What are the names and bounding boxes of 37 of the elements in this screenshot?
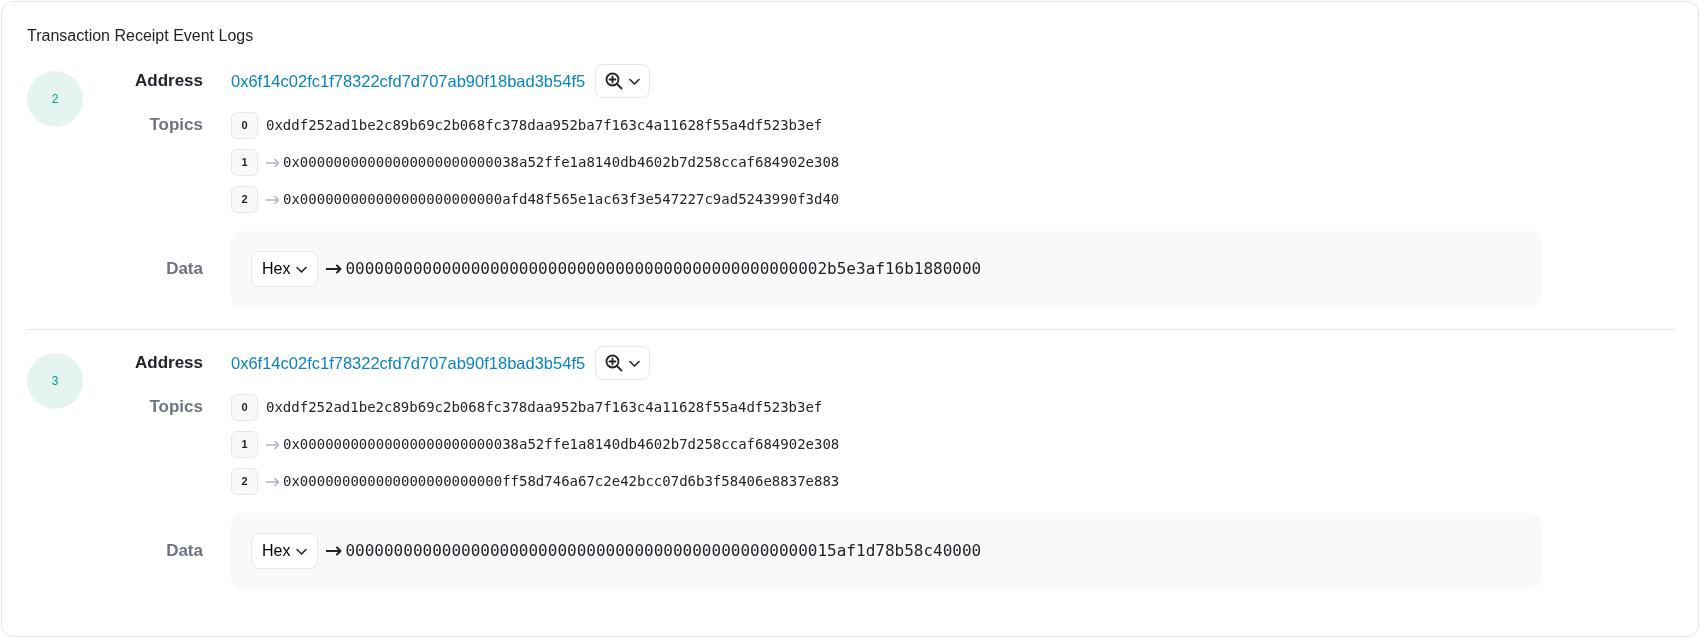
caret-icon <box>296 265 308 273</box>
topic-value: 0x000000000000000000000000afd48f565e1ac63f3e547227c9ad5243990f3d40 <box>283 190 840 209</box>
field-label: Address <box>133 352 204 375</box>
arrow-icon <box>326 546 343 556</box>
topic-index-badge: 2 <box>231 468 258 495</box>
log-index: 3 <box>27 353 83 409</box>
format-dropdown-button[interactable]: Hex <box>251 533 319 569</box>
topic-index-badge: 0 <box>231 112 258 139</box>
log-index: 2 <box>27 71 83 127</box>
caret-icon <box>629 77 641 85</box>
topic-index-badge: 1 <box>231 431 258 458</box>
zoom-dropdown-button[interactable] <box>595 64 651 98</box>
data-value: 00000000000000000000000000000000000000000000000002b5e3af16b1880000 <box>345 258 982 280</box>
data-value: 000000000000000000000000000000000000000000000000015af1d78b58c40000 <box>345 540 982 562</box>
zoom-in-icon <box>605 354 624 372</box>
field-label: Data <box>165 258 204 281</box>
arrow-icon <box>326 264 343 274</box>
topic-index-badge: 1 <box>231 149 258 176</box>
topic-value: 0x00000000000000000000000038a52ffe1a8140db4602b7d258ccaf684902e308 <box>283 435 840 454</box>
topic-value: 0x000000000000000000000000ff58d746a67c2e42bcc07d6b3f58406e8837e883 <box>283 472 840 491</box>
address-link[interactable]: 0x6f14c02fc1f78322cfd7d707ab90f18bad3b54f5 <box>231 68 586 94</box>
field-label: Topics <box>148 396 204 418</box>
field-label: Data <box>165 540 204 563</box>
zoom-in-icon <box>605 72 624 90</box>
caret-icon <box>629 359 641 367</box>
topic-index-badge: 0 <box>231 394 258 421</box>
topic-index-badge: 2 <box>231 186 258 213</box>
address-link[interactable]: 0x6f14c02fc1f78322cfd7d707ab90f18bad3b54f5 <box>231 350 586 376</box>
caret-icon <box>296 547 308 555</box>
section-title: Transaction Receipt Event Logs <box>27 26 255 46</box>
topic-value: 0xddf252ad1be2c89b69c2b068fc378daa952ba7f163c4a11628f55a4df523b3ef <box>266 116 823 135</box>
field-label: Address <box>133 70 204 93</box>
zoom-dropdown-button[interactable] <box>595 346 651 380</box>
format-dropdown-button[interactable]: Hex <box>251 251 319 287</box>
field-label: Topics <box>148 114 204 136</box>
topic-value: 0xddf252ad1be2c89b69c2b068fc378daa952ba7f163c4a11628f55a4df523b3ef <box>266 398 823 417</box>
topic-value: 0x00000000000000000000000038a52ffe1a8140db4602b7d258ccaf684902e308 <box>283 153 840 172</box>
